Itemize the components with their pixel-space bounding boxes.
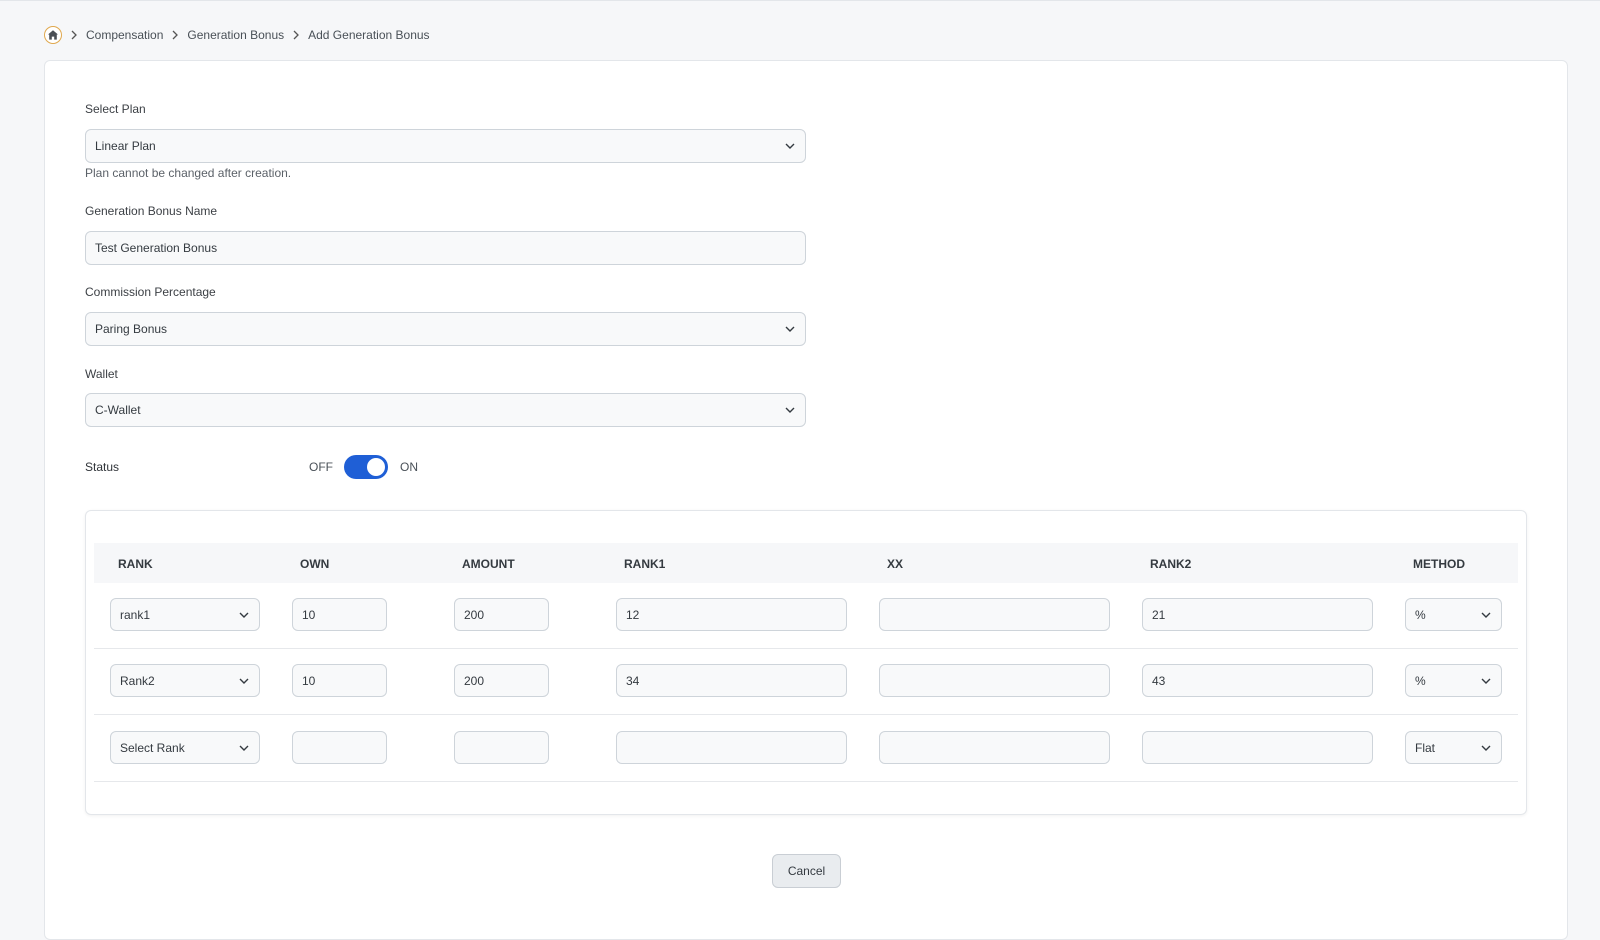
rank1-value: 12	[626, 607, 640, 622]
plan-help-text: Plan cannot be changed after creation.	[85, 166, 292, 180]
cancel-button[interactable]: Cancel	[772, 854, 841, 888]
home-icon[interactable]	[44, 26, 62, 44]
rank1-input[interactable]	[616, 731, 847, 764]
select-plan-label: Select Plan	[85, 102, 146, 116]
row-divider	[94, 648, 1518, 649]
rank-select-value: Select Rank	[120, 740, 185, 755]
bonus-name-label: Generation Bonus Name	[85, 204, 218, 218]
chevron-down-icon	[238, 609, 250, 621]
column-header-rank1: RANK1	[624, 557, 666, 571]
rank2-value: 43	[1152, 673, 1166, 688]
xx-input[interactable]	[879, 731, 1110, 764]
chevron-down-icon	[1480, 609, 1492, 621]
rank-select-value: rank1	[120, 607, 151, 622]
bonus-name-value: Test Generation Bonus	[95, 241, 218, 255]
own-input[interactable]	[292, 731, 387, 764]
chevron-down-icon	[784, 140, 796, 152]
commission-label: Commission Percentage	[85, 285, 216, 299]
method-select-value: %	[1415, 607, 1426, 622]
rank2-input[interactable]	[1142, 731, 1373, 764]
own-value: 10	[302, 673, 316, 688]
rank2-input[interactable]: 43	[1142, 664, 1373, 697]
own-value: 10	[302, 607, 316, 622]
column-header-rank2: RANK2	[1150, 557, 1192, 571]
breadcrumb-current: Add Generation Bonus	[308, 28, 430, 42]
select-plan-dropdown[interactable]: Linear Plan	[85, 129, 806, 163]
amount-input[interactable]: 200	[454, 664, 549, 697]
rank2-value: 21	[1152, 607, 1166, 622]
amount-input[interactable]	[454, 731, 549, 764]
column-header-own: OWN	[300, 557, 330, 571]
rank-select[interactable]: Select Rank	[110, 731, 260, 764]
amount-value: 200	[464, 607, 485, 622]
select-plan-value: Linear Plan	[95, 139, 156, 153]
rank2-input[interactable]: 21	[1142, 598, 1373, 631]
method-select[interactable]: %	[1405, 664, 1502, 697]
wallet-value: C-Wallet	[95, 403, 141, 417]
rank-select-value: Rank2	[120, 673, 155, 688]
column-header-xx: XX	[887, 557, 904, 571]
amount-input[interactable]: 200	[454, 598, 549, 631]
chevron-right-icon	[171, 30, 179, 40]
rank1-value: 34	[626, 673, 640, 688]
chevron-down-icon	[784, 404, 796, 416]
chevron-right-icon	[70, 30, 78, 40]
own-input[interactable]: 10	[292, 664, 387, 697]
column-header-amount: AMOUNT	[462, 557, 515, 571]
amount-value: 200	[464, 673, 485, 688]
commission-dropdown[interactable]: Paring Bonus	[85, 312, 806, 346]
toggle-off-label: OFF	[309, 460, 333, 474]
rank1-input[interactable]: 12	[616, 598, 847, 631]
row-divider	[94, 714, 1518, 715]
wallet-dropdown[interactable]: C-Wallet	[85, 393, 806, 427]
method-select[interactable]: Flat	[1405, 731, 1502, 764]
chevron-down-icon	[784, 323, 796, 335]
status-label: Status	[85, 460, 120, 474]
breadcrumb-generation-bonus[interactable]: Generation Bonus	[187, 28, 284, 42]
xx-input[interactable]	[879, 664, 1110, 697]
toggle-on-label: ON	[400, 460, 418, 474]
xx-input[interactable]	[879, 598, 1110, 631]
bonus-name-input[interactable]: Test Generation Bonus	[85, 231, 806, 265]
rank1-input[interactable]: 34	[616, 664, 847, 697]
chevron-down-icon	[238, 742, 250, 754]
rank-select[interactable]: rank1	[110, 598, 260, 631]
toggle-knob	[367, 458, 385, 476]
breadcrumb-compensation[interactable]: Compensation	[86, 28, 163, 42]
status-toggle[interactable]	[344, 455, 388, 479]
chevron-down-icon	[238, 675, 250, 687]
own-input[interactable]: 10	[292, 598, 387, 631]
chevron-down-icon	[1480, 675, 1492, 687]
method-select-value: %	[1415, 673, 1426, 688]
column-header-method: METHOD	[1413, 557, 1465, 571]
chevron-down-icon	[1480, 742, 1492, 754]
row-divider	[94, 781, 1518, 782]
wallet-label: Wallet	[85, 367, 118, 381]
column-header-rank: RANK	[118, 557, 153, 571]
commission-value: Paring Bonus	[95, 322, 168, 336]
method-select[interactable]: %	[1405, 598, 1502, 631]
breadcrumb: Compensation Generation Bonus Add Genera…	[44, 25, 430, 45]
rank-select[interactable]: Rank2	[110, 664, 260, 697]
chevron-right-icon	[292, 30, 300, 40]
method-select-value: Flat	[1415, 740, 1436, 755]
